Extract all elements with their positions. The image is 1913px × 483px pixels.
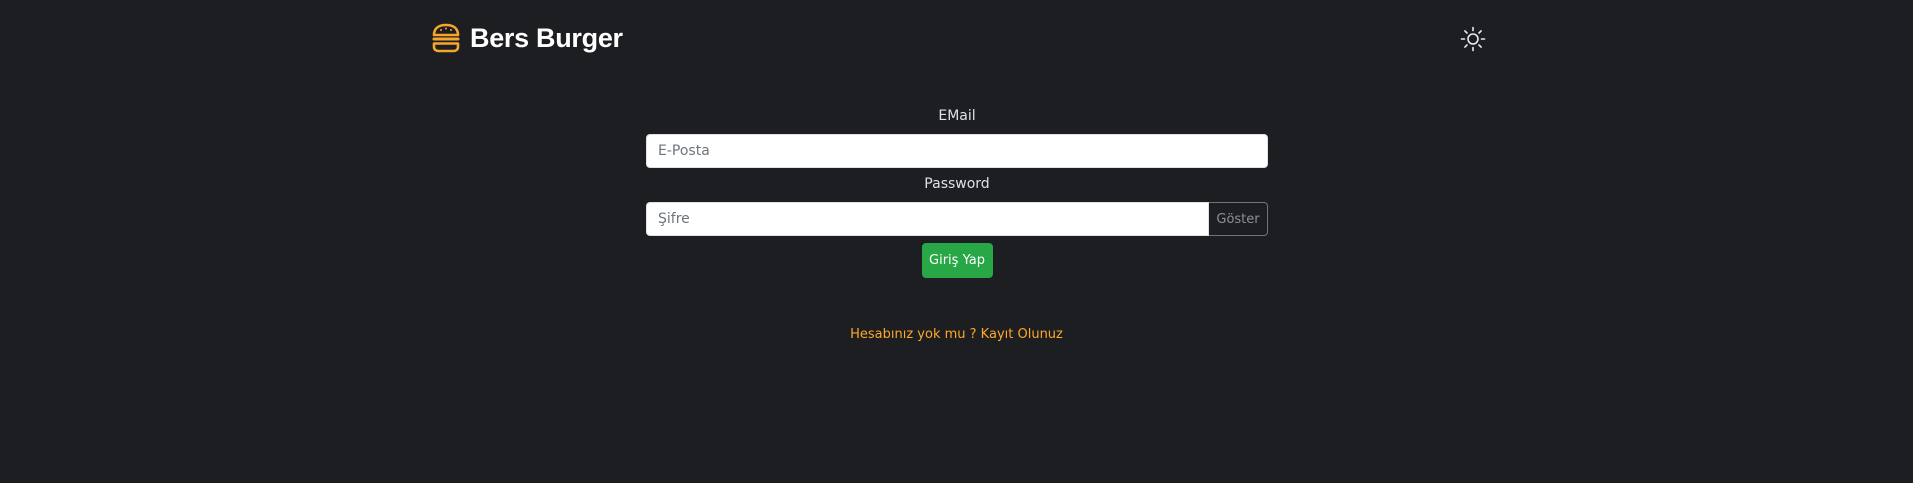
password-label: Password [924,176,990,192]
register-link[interactable]: Hesabınız yok mu ? Kayıt Olunuz [850,327,1063,342]
register-link-wrap: Hesabınız yok mu ? Kayıt Olunuz [0,323,1913,342]
login-form: EMail Password Göster Giriş Yap [646,104,1268,278]
password-group: Göster [646,202,1268,236]
brand[interactable]: Bers Burger [430,22,623,54]
burger-icon [432,23,460,53]
sun-icon[interactable] [1460,26,1486,52]
brand-name: Bers Burger [470,22,623,53]
submit-wrap: Giriş Yap [646,243,1268,278]
password-input[interactable] [646,202,1209,236]
email-input[interactable] [646,134,1268,168]
login-button[interactable]: Giriş Yap [921,243,993,278]
email-label: EMail [938,108,976,124]
show-password-button[interactable]: Göster [1209,202,1268,236]
